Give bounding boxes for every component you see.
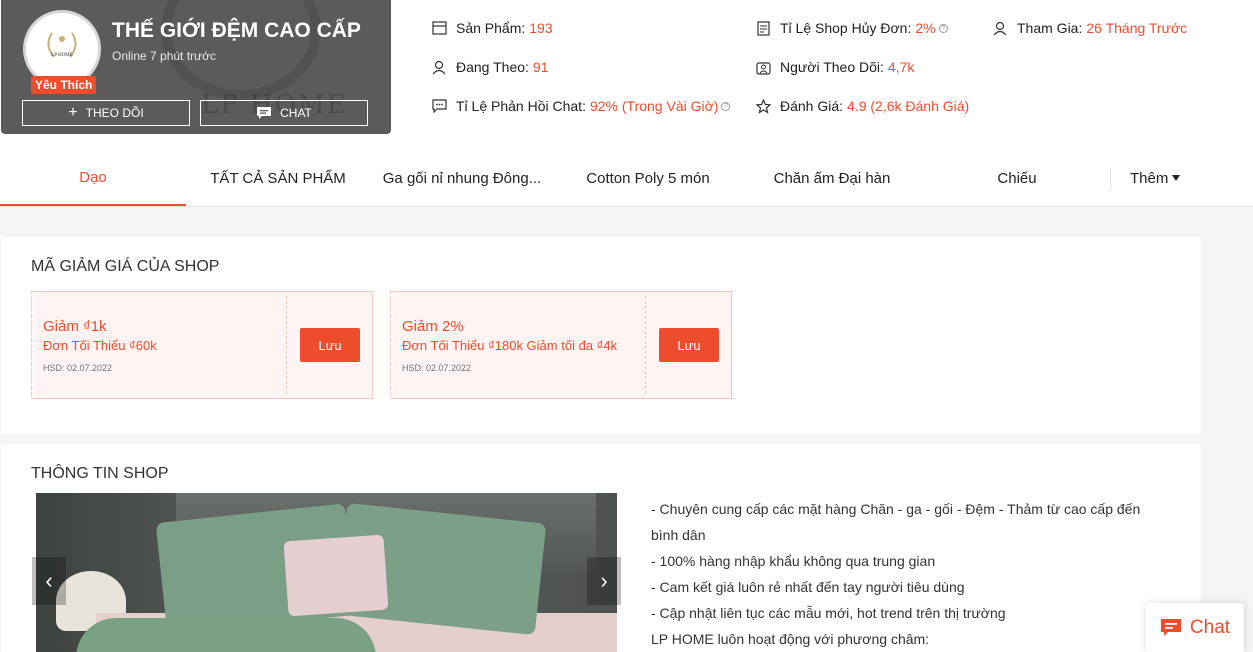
star-icon bbox=[755, 98, 771, 114]
person-icon bbox=[431, 59, 447, 75]
online-status: Online 7 phút trước bbox=[112, 49, 216, 63]
voucher-divider bbox=[645, 296, 646, 394]
voucher-title: Giảm 2% bbox=[402, 318, 464, 335]
tab-more-label: Thêm bbox=[1130, 169, 1169, 187]
shop-photo bbox=[36, 493, 617, 652]
voucher-section: MÃ GIẢM GIÁ CỦA SHOP Giảm ₫1k Đơn Tối Th… bbox=[1, 237, 1201, 434]
caret-down-icon bbox=[1172, 175, 1181, 181]
follow-button-label: THEO DÕI bbox=[85, 106, 144, 120]
voucher-expiry: HSD: 02.07.2022 bbox=[43, 363, 113, 373]
stat-cancel-value: 2% bbox=[915, 20, 936, 36]
stat-rating-value: 4.9 (2,6k Đánh Giá) bbox=[847, 98, 970, 114]
tab-all-products[interactable]: TẤT CẢ SẢN PHẨM bbox=[186, 150, 370, 206]
help-icon[interactable]: ? bbox=[938, 23, 948, 33]
voucher-card: Giảm 2% Đơn Tối Thiểu ₫180k Giảm tối đa … bbox=[390, 291, 732, 399]
save-voucher-button[interactable]: Lưu bbox=[300, 328, 360, 362]
person-icon bbox=[992, 20, 1008, 36]
stat-joined: Tham Gia: 26 Tháng Trước bbox=[992, 20, 1187, 36]
voucher-edge bbox=[31, 292, 35, 398]
tab-warm-blanket[interactable]: Chăn ấm Đại hàn bbox=[742, 150, 922, 206]
favorite-badge: Yêu Thích bbox=[31, 76, 97, 94]
voucher-card: Giảm ₫1k Đơn Tối Thiểu ₫60k HSD: 02.07.2… bbox=[31, 291, 373, 399]
stat-followers: Người Theo Dõi: 4,7k bbox=[755, 59, 914, 75]
followers-icon bbox=[755, 59, 771, 75]
photo-quilt bbox=[76, 618, 376, 652]
prev-arrow-icon[interactable]: ‹ bbox=[32, 557, 66, 605]
stat-cancel-label: Tỉ Lệ Shop Hủy Đơn: bbox=[780, 20, 912, 36]
description-line: - Cập nhật liên tục các mẫu mới, hot tre… bbox=[651, 605, 1006, 621]
tab-mat[interactable]: Chiếu bbox=[922, 150, 1112, 206]
shop-name: THẾ GIỚI ĐỆM CAO CẤP bbox=[112, 19, 361, 42]
shop-tabs: Dạo TẤT CẢ SẢN PHẨM Ga gối nỉ nhung Đông… bbox=[0, 150, 1253, 207]
follow-button[interactable]: + THEO DÕI bbox=[22, 100, 190, 126]
stat-response-value: 92% (Trong Vài Giờ) bbox=[589, 98, 719, 114]
wreath-logo-icon bbox=[47, 32, 77, 58]
voucher-divider bbox=[286, 296, 287, 394]
receipt-icon bbox=[755, 20, 771, 36]
stat-following-value: 91 bbox=[532, 59, 549, 75]
stat-joined-value: 26 Tháng Trước bbox=[1086, 20, 1188, 36]
shop-info-title: THÔNG TIN SHOP bbox=[31, 465, 169, 482]
shop-info-section: THÔNG TIN SHOP ‹ › - Chuyên cung cấp các… bbox=[1, 444, 1201, 652]
chat-bubble-icon bbox=[257, 107, 272, 119]
photo-pillow bbox=[283, 534, 389, 617]
shop-header: LP HOME LP HOME Yêu Thích THẾ GIỚI ĐỆM C… bbox=[0, 0, 1253, 207]
description-line: - 100% hàng nhập khẩu không qua trung gi… bbox=[651, 553, 936, 569]
voucher-edge bbox=[390, 292, 394, 398]
chat-bubble-icon bbox=[1160, 618, 1181, 636]
shop-card: LP HOME LP HOME Yêu Thích THẾ GIỚI ĐỆM C… bbox=[1, 0, 391, 134]
stat-followers-value: 4,7k bbox=[887, 59, 915, 75]
save-voucher-button[interactable]: Lưu bbox=[659, 328, 719, 362]
voucher-expiry: HSD: 02.07.2022 bbox=[402, 363, 472, 373]
stat-followers-label: Người Theo Dõi: bbox=[780, 59, 884, 75]
tab-explore[interactable]: Dạo bbox=[0, 150, 186, 206]
stat-rating-label: Đánh Giá: bbox=[780, 98, 844, 114]
next-arrow-icon[interactable]: › bbox=[587, 557, 621, 605]
description-line: LP HOME luôn hoạt động với phương châm: bbox=[651, 631, 930, 647]
stat-joined-label: Tham Gia: bbox=[1017, 20, 1083, 36]
tab-divider bbox=[1110, 168, 1111, 190]
chat-button[interactable]: CHAT bbox=[200, 100, 368, 126]
floating-chat-label: Chat bbox=[1189, 616, 1231, 638]
stat-rating: Đánh Giá: 4.9 (2,6k Đánh Giá) bbox=[755, 98, 969, 114]
stat-products: Sản Phẩm: 193 bbox=[431, 20, 553, 36]
tab-cotton-poly[interactable]: Cotton Poly 5 món bbox=[554, 150, 742, 206]
voucher-condition: Đơn Tối Thiểu ₫180k Giảm tối đa ₫4k bbox=[402, 338, 618, 353]
floating-chat-button[interactable]: Chat bbox=[1146, 603, 1244, 652]
description-line: - Cam kết giá luôn rẻ nhất đến tay người… bbox=[651, 579, 965, 595]
tab-more[interactable]: Thêm bbox=[1130, 150, 1181, 206]
chat-dots-icon bbox=[431, 98, 447, 114]
voucher-condition: Đơn Tối Thiểu ₫60k bbox=[43, 338, 157, 353]
avatar-logo-text: LP HOME bbox=[51, 53, 73, 58]
stat-products-value: 193 bbox=[529, 20, 553, 36]
stat-response-label: Tỉ Lệ Phản Hồi Chat: bbox=[456, 98, 586, 114]
stat-products-label: Sản Phẩm: bbox=[456, 20, 526, 36]
store-icon bbox=[431, 20, 447, 36]
shop-description: - Chuyên cung cấp các mặt hàng Chăn - ga… bbox=[651, 496, 1171, 652]
tab-flannel-bedding[interactable]: Ga gối nỉ nhung Đông... bbox=[370, 150, 554, 206]
stat-cancel-rate: Tỉ Lệ Shop Hủy Đơn: 2% ? bbox=[755, 20, 948, 36]
description-line: - Chuyên cung cấp các mặt hàng Chăn - ga… bbox=[651, 501, 1141, 543]
chat-button-label: CHAT bbox=[280, 106, 312, 120]
help-icon[interactable]: ? bbox=[721, 101, 731, 111]
voucher-title: Giảm ₫1k bbox=[43, 318, 107, 335]
stat-response-rate: Tỉ Lệ Phản Hồi Chat: 92% (Trong Vài Giờ)… bbox=[431, 98, 731, 114]
voucher-section-title: MÃ GIẢM GIÁ CỦA SHOP bbox=[31, 258, 220, 275]
stat-following-label: Đang Theo: bbox=[456, 59, 529, 75]
plus-icon: + bbox=[68, 104, 78, 121]
stat-following: Đang Theo: 91 bbox=[431, 59, 548, 75]
